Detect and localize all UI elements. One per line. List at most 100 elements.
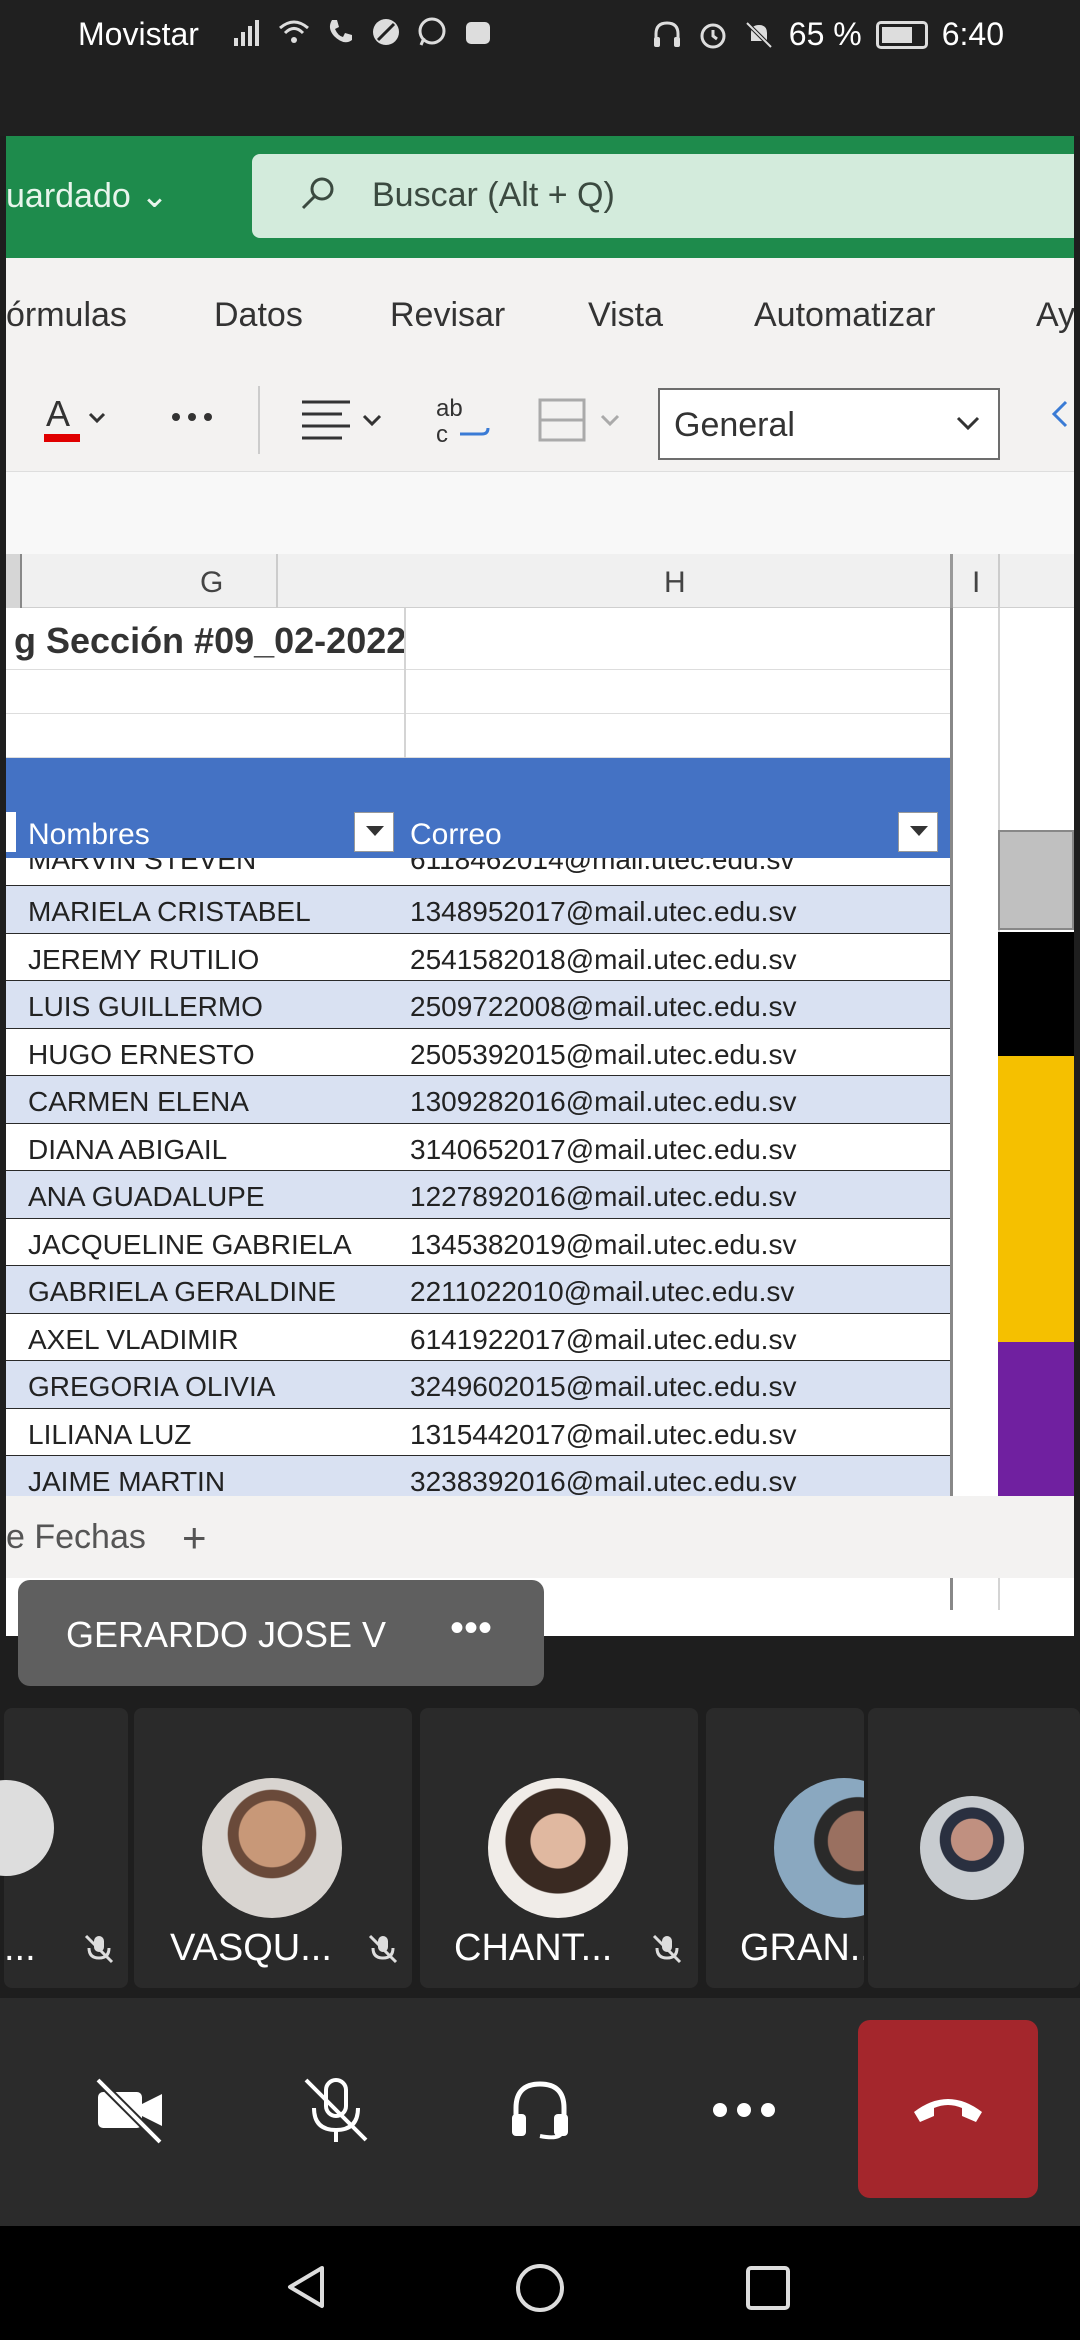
cell-correo[interactable]: 1309282016@mail.utec.edu.sv <box>410 1086 796 1118</box>
table-row[interactable]: MARVIN STEVEN 6118462014@mail.utec.edu.sv <box>6 858 950 886</box>
tab-revisar[interactable]: Revisar <box>390 296 505 335</box>
cell-nombre[interactable]: LILIANA LUZ <box>28 1419 191 1451</box>
empty-row[interactable] <box>6 670 950 714</box>
headset-icon <box>653 20 680 47</box>
tab-automatizar[interactable]: Automatizar <box>754 296 935 335</box>
cell-nombre[interactable]: DIANA ABIGAIL <box>28 1134 227 1166</box>
presenter-label[interactable]: GERARDO JOSE V ••• <box>18 1580 544 1686</box>
avatar <box>488 1778 628 1918</box>
cell-correo[interactable]: 6141922017@mail.utec.edu.sv <box>410 1324 796 1356</box>
filter-button-partial[interactable] <box>6 812 16 852</box>
table-row[interactable]: LUIS GUILLERMO 2509722008@mail.utec.edu.s… <box>6 981 950 1029</box>
cell-nombre[interactable]: JEREMY RUTILIO <box>28 944 259 976</box>
cell-correo[interactable]: 2211022010@mail.utec.edu.sv <box>410 1276 794 1308</box>
sheet-tab-fechas[interactable]: e Fechas <box>6 1518 146 1557</box>
empty-row[interactable] <box>6 714 950 758</box>
cell-nombre[interactable]: MARVIN STEVEN <box>28 858 256 876</box>
cell-correo[interactable]: 2541582018@mail.utec.edu.sv <box>410 944 796 976</box>
mic-off-icon[interactable] <box>296 2070 376 2150</box>
more-options-icon[interactable] <box>168 402 224 432</box>
table-header: Nombres Correo <box>6 758 950 858</box>
participant-tile[interactable] <box>868 1708 1080 1988</box>
cell-nombre[interactable]: ANA GUADALUPE <box>28 1181 265 1213</box>
recents-icon[interactable] <box>744 2264 792 2312</box>
participant-tile[interactable]: ... <box>0 1708 128 1988</box>
column-header-h[interactable]: H <box>664 566 686 600</box>
table-row[interactable]: JACQUELINE GABRIELA 1345382019@mail.utec.… <box>6 1219 950 1266</box>
column-header-i[interactable]: I <box>972 566 980 600</box>
participant-name: CHANT... <box>454 1927 613 1969</box>
filter-dropdown-correo[interactable] <box>898 812 938 852</box>
participant-tile[interactable]: GRAN... <box>706 1708 864 1988</box>
tab-datos[interactable]: Datos <box>214 296 303 335</box>
table-row[interactable]: AXEL VLADIMIR 6141922017@mail.utec.edu.sv <box>6 1314 950 1361</box>
cell-correo[interactable]: 1348952017@mail.utec.edu.sv <box>410 896 796 928</box>
more-options-icon[interactable] <box>704 2070 784 2150</box>
table-row[interactable]: GABRIELA GERALDINE 2211022010@mail.utec.e… <box>6 1266 950 1314</box>
cell-nombre[interactable]: GABRIELA GERALDINE <box>28 1276 336 1308</box>
add-sheet-button[interactable]: + <box>182 1514 207 1562</box>
table-row[interactable]: JEREMY RUTILIO 2541582018@mail.utec.edu.s… <box>6 934 950 981</box>
cell-correo[interactable]: 3249602015@mail.utec.edu.sv <box>410 1371 796 1403</box>
save-status[interactable]: uardado ⌄ <box>6 176 169 216</box>
cell-nombre[interactable]: AXEL VLADIMIR <box>28 1324 239 1356</box>
tab-ayuda[interactable]: Ay <box>1036 296 1074 335</box>
status-right: 65 % 6:40 <box>651 16 1004 53</box>
participant-tile[interactable]: VASQU... <box>134 1708 412 1988</box>
back-icon[interactable] <box>282 2262 332 2312</box>
chevron-down-icon <box>956 416 980 431</box>
participant-name: VASQU... <box>170 1927 332 1969</box>
table-body: MARVIN STEVEN 6118462014@mail.utec.edu.sv… <box>6 858 950 1504</box>
whatsapp-icon <box>418 17 446 46</box>
font-color-icon[interactable]: A <box>40 390 110 450</box>
audio-headset-icon[interactable] <box>500 2070 580 2150</box>
cell-nombre[interactable]: HUGO ERNESTO <box>28 1039 255 1071</box>
cell-correo[interactable]: 6118462014@mail.utec.edu.sv <box>410 858 794 876</box>
cell-correo[interactable]: 2505392015@mail.utec.edu.sv <box>410 1039 796 1071</box>
tab-formulas[interactable]: órmulas <box>6 296 127 335</box>
table-row[interactable]: DIANA ABIGAIL 3140652017@mail.utec.edu.sv <box>6 1124 950 1171</box>
cell-nombre[interactable]: JACQUELINE GABRIELA <box>28 1229 352 1261</box>
sheet-title-cell[interactable]: g Sección #09_02-2022 <box>6 608 950 670</box>
grid-line <box>404 608 406 758</box>
align-icon[interactable] <box>298 392 394 448</box>
cell-correo[interactable]: 1345382019@mail.utec.edu.sv <box>410 1229 796 1261</box>
legend-block-black <box>998 932 1074 1056</box>
increase-decimal-icon[interactable] <box>1046 392 1074 452</box>
table-row[interactable]: ANA GUADALUPE 1227892016@mail.utec.edu.sv <box>6 1171 950 1219</box>
cell-correo[interactable]: 3238392016@mail.utec.edu.sv <box>410 1466 796 1498</box>
home-icon[interactable] <box>514 2262 566 2314</box>
cell-correo[interactable]: 1315442017@mail.utec.edu.sv <box>410 1419 796 1451</box>
cell-correo[interactable]: 3140652017@mail.utec.edu.sv <box>410 1134 796 1166</box>
search-box[interactable]: Buscar (Alt + Q) <box>252 154 1074 238</box>
camera-off-icon[interactable] <box>90 2070 170 2150</box>
table-row[interactable]: CARMEN ELENA 1309282016@mail.utec.edu.sv <box>6 1076 950 1124</box>
table-row[interactable]: LILIANA LUZ 1315442017@mail.utec.edu.sv <box>6 1409 950 1456</box>
search-icon <box>301 177 334 210</box>
cell-nombre[interactable]: JAIME MARTIN <box>28 1466 225 1498</box>
formula-bar[interactable] <box>6 472 1074 554</box>
tab-vista[interactable]: Vista <box>588 296 663 335</box>
cell-nombre[interactable]: GREGORIA OLIVIA <box>28 1371 275 1403</box>
avatar <box>0 1780 54 1876</box>
merge-cells-icon[interactable] <box>536 394 630 448</box>
system-navigation-bar <box>0 2226 1080 2340</box>
cell-nombre[interactable]: CARMEN ELENA <box>28 1086 249 1118</box>
cell-nombre[interactable]: LUIS GUILLERMO <box>28 991 263 1023</box>
cell-correo[interactable]: 1227892016@mail.utec.edu.sv <box>410 1181 796 1213</box>
column-header-g[interactable]: G <box>200 566 223 600</box>
table-row[interactable]: GREGORIA OLIVIA 3249602015@mail.utec.edu.… <box>6 1361 950 1409</box>
number-format-select[interactable]: General <box>658 388 1000 460</box>
end-call-button[interactable] <box>858 2020 1038 2198</box>
filter-dropdown-nombres[interactable] <box>354 812 394 852</box>
cell-nombre[interactable]: MARIELA CRISTABEL <box>28 896 311 928</box>
mute-notifications-icon <box>745 21 773 48</box>
wrap-text-icon[interactable]: abc <box>432 390 492 450</box>
participant-tile[interactable]: CHANT... <box>420 1708 698 1988</box>
cell-correo[interactable]: 2509722008@mail.utec.edu.sv <box>410 991 796 1023</box>
more-options-icon[interactable]: ••• <box>450 1606 492 1651</box>
table-row[interactable]: MARIELA CRISTABEL 1348952017@mail.utec.ed… <box>6 886 950 934</box>
table-row[interactable]: HUGO ERNESTO 2505392015@mail.utec.edu.sv <box>6 1029 950 1076</box>
grid-line <box>950 608 953 1610</box>
avatar <box>774 1778 864 1918</box>
